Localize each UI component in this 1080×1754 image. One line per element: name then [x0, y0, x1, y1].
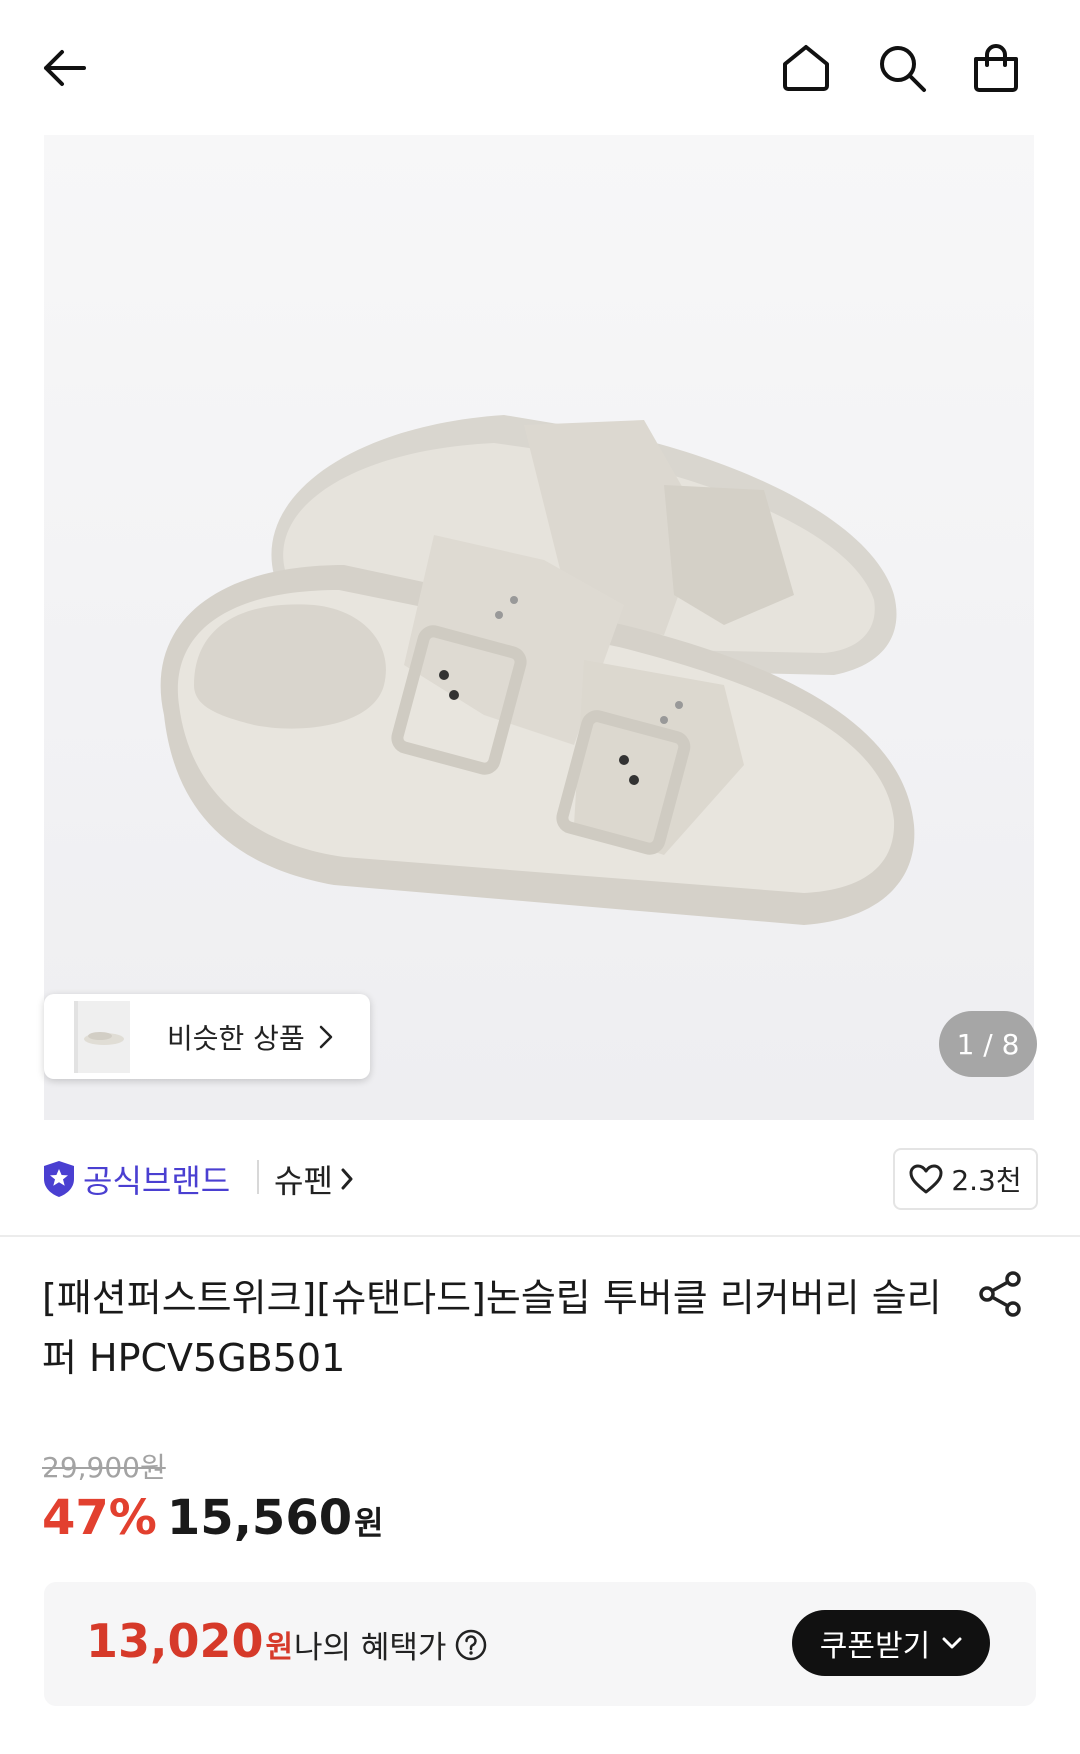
similar-products-label: 비슷한 상품: [167, 1021, 305, 1055]
chevron-down-icon: [942, 1637, 962, 1649]
price-unit: 원: [354, 1504, 384, 1542]
home-icon[interactable]: [776, 38, 836, 98]
benefit-price: 13,020 원: [86, 1614, 293, 1668]
like-count: 2.3천: [951, 1164, 1022, 1197]
benefit-label-row: 나의 혜택가: [294, 1622, 488, 1667]
official-brand-badge: 공식브랜드: [42, 1156, 230, 1202]
product-title: [패션퍼스트위크][슈탠다드]논슬립 투버클 리커버리 슬리퍼 HPCV5GB5…: [42, 1276, 942, 1380]
similar-products-button[interactable]: 비슷한 상품: [44, 994, 370, 1079]
product-image: [160, 415, 915, 925]
chevron-right-icon: [319, 1025, 333, 1049]
benefit-price-box: 13,020 원 나의 혜택가 쿠폰받기: [44, 1582, 1036, 1706]
image-counter: 1 / 8: [939, 1011, 1037, 1077]
share-icon[interactable]: [978, 1270, 1024, 1322]
benefit-label: 나의 혜택가: [294, 1630, 447, 1666]
top-bar: [0, 0, 1080, 135]
sale-price-row: 47% 15,560 원: [42, 1490, 384, 1546]
brand-name: 슈펜: [274, 1162, 333, 1200]
coupon-button-label: 쿠폰받기: [819, 1629, 931, 1664]
heart-icon: [909, 1164, 943, 1194]
like-button[interactable]: 2.3천: [893, 1148, 1038, 1210]
get-coupon-button[interactable]: 쿠폰받기: [792, 1610, 990, 1676]
divider: [257, 1160, 259, 1194]
benefit-price-unit: 원: [265, 1630, 294, 1665]
chevron-right-icon: [341, 1168, 353, 1190]
product-image-gallery[interactable]: [44, 135, 1034, 1120]
brand-link[interactable]: 슈펜: [274, 1156, 353, 1202]
back-arrow-icon[interactable]: [34, 38, 94, 98]
discount-rate: 47%: [42, 1490, 157, 1546]
benefit-price-value: 13,020: [86, 1614, 264, 1668]
sale-price: 15,560: [166, 1490, 353, 1546]
shopping-bag-icon[interactable]: [966, 38, 1026, 98]
question-circle-icon[interactable]: [454, 1628, 488, 1662]
star-shield-icon: [44, 1161, 74, 1197]
original-price: 29,900원: [42, 1451, 166, 1484]
official-brand-label: 공식브랜드: [83, 1162, 231, 1200]
similar-product-thumbnail: [74, 1000, 130, 1073]
search-icon[interactable]: [872, 38, 932, 98]
brand-row: 공식브랜드 슈펜 2.3천: [0, 1120, 1080, 1237]
